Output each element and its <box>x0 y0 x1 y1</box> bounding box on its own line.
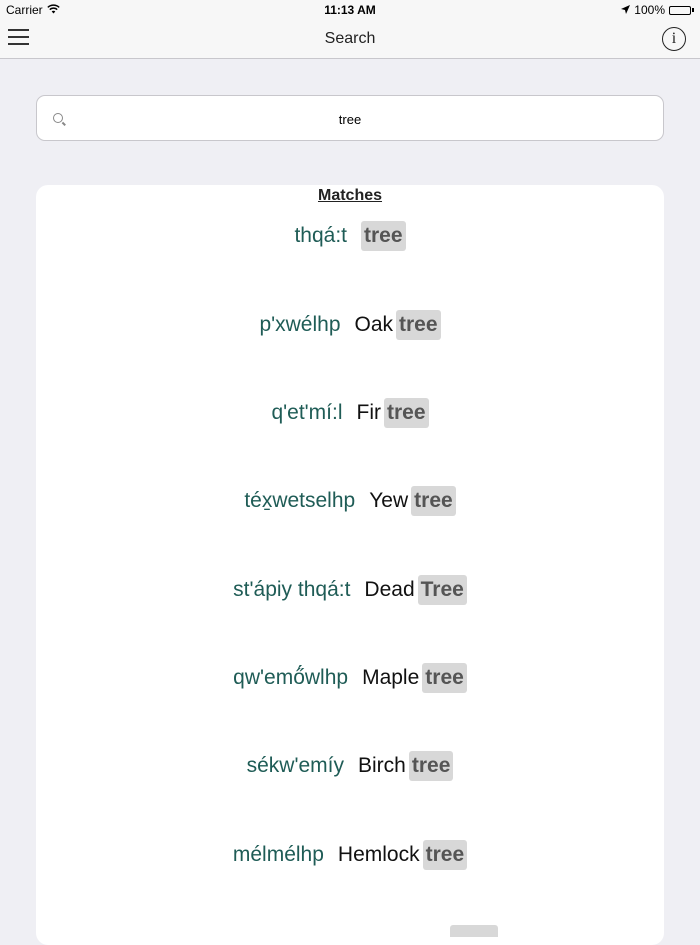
match-gloss: Fir <box>356 401 382 424</box>
match-highlight: tree <box>361 221 406 251</box>
match-gloss: Hemlock <box>337 843 420 866</box>
match-highlight: Tree <box>417 575 467 605</box>
battery-icon <box>669 5 694 15</box>
status-time: 11:13 AM <box>324 3 376 17</box>
match-word: qw'emő́wlhp <box>233 666 349 689</box>
match-word: sékw'emíy <box>246 754 344 777</box>
matches-card: Matches thqá:t tree p'xwélhp Oak tree q'… <box>36 185 664 945</box>
page-title: Search <box>324 30 376 47</box>
partial-next-row-highlight <box>450 925 498 937</box>
match-word: thqá:t <box>294 224 347 247</box>
status-right: 100% <box>621 3 694 17</box>
navigation-bar: Search i <box>0 20 700 59</box>
match-word: mélmélhp <box>232 843 324 866</box>
match-word: q'et'mí:l <box>271 401 343 424</box>
match-row[interactable]: q'et'mí:l Fir tree <box>36 395 664 431</box>
match-highlight: tree <box>411 486 456 516</box>
match-word: téx̱wetselhp <box>244 489 356 512</box>
match-gloss: Birch <box>357 754 406 777</box>
matches-heading: Matches <box>317 187 383 204</box>
search-input[interactable] <box>77 96 623 142</box>
status-bar: Carrier 11:13 AM 100% <box>0 0 700 20</box>
match-gloss: Maple <box>362 666 420 689</box>
search-icon <box>53 113 63 123</box>
info-icon[interactable]: i <box>662 27 686 51</box>
match-highlight: tree <box>384 398 429 428</box>
search-bar[interactable] <box>36 95 664 142</box>
match-row[interactable]: mélmélhp Hemlock tree <box>36 837 664 873</box>
match-gloss: Oak <box>354 313 394 336</box>
match-gloss: Yew <box>369 489 409 512</box>
match-row[interactable]: thqá:t tree <box>36 218 664 254</box>
match-word: st'ápiy thqá:t <box>233 578 351 601</box>
match-highlight: tree <box>422 840 468 870</box>
battery-percent: 100% <box>634 3 665 17</box>
match-word: p'xwélhp <box>259 313 341 336</box>
match-gloss: Dead <box>364 578 415 601</box>
match-highlight: tree <box>396 310 441 340</box>
match-row[interactable]: st'ápiy thqá:t Dead Tree <box>36 572 664 608</box>
match-highlight: tree <box>422 663 467 693</box>
match-row[interactable]: sékw'emíy Birch tree <box>36 748 664 784</box>
match-highlight: tree <box>408 751 454 781</box>
match-row[interactable]: qw'emő́wlhp Maple tree <box>36 660 664 696</box>
match-row[interactable]: p'xwélhp Oak tree <box>36 307 664 343</box>
location-arrow-icon <box>621 3 631 17</box>
match-row[interactable]: téx̱wetselhp Yew tree <box>36 483 664 519</box>
